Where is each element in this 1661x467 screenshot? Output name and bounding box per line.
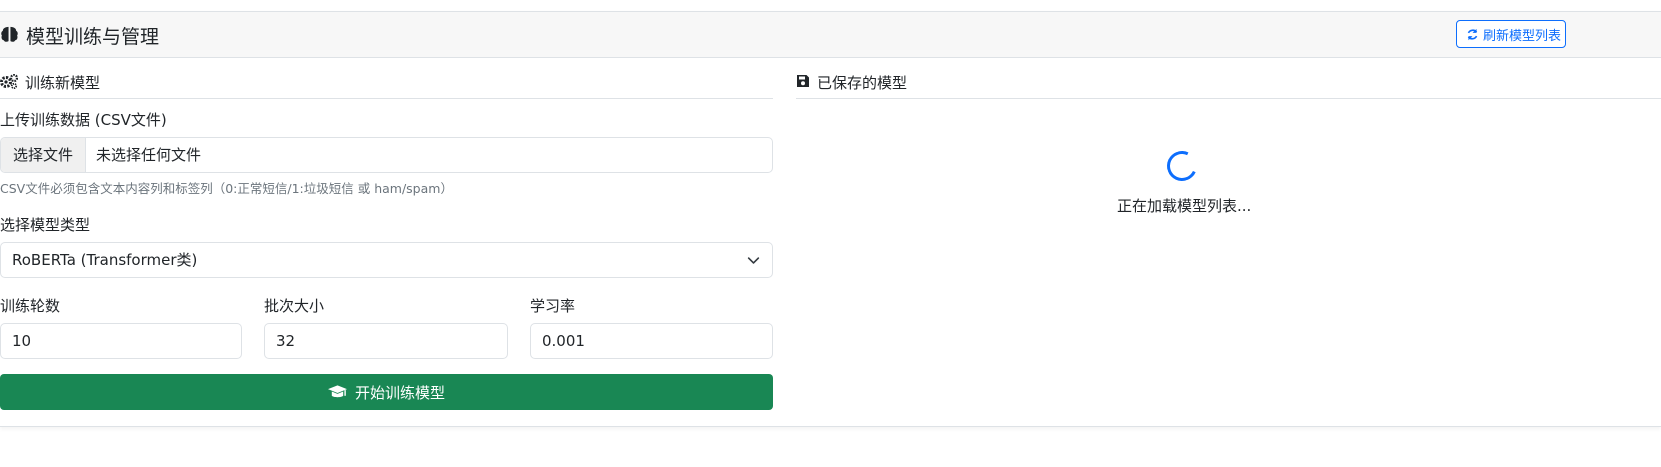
upload-label: 上传训练数据 (CSV文件) — [0, 111, 167, 129]
upload-help-text: CSV文件必须包含文本内容列和标签列（0:正常短信/1:垃圾短信 或 ham/s… — [0, 181, 453, 196]
model-type-value: RoBERTa (Transformer类) — [12, 251, 198, 269]
model-type-label: 选择模型类型 — [0, 216, 91, 234]
brain-icon — [1, 26, 18, 42]
train-section-divider — [0, 98, 773, 99]
train-section-title: 训练新模型 — [25, 74, 101, 92]
saved-section-title: 已保存的模型 — [817, 74, 908, 92]
refresh-models-button[interactable]: 刷新模型列表 — [1456, 20, 1566, 48]
start-training-button[interactable]: 开始训练模型 — [0, 374, 773, 410]
cogs-icon — [0, 74, 18, 89]
chevron-down-icon — [747, 257, 760, 264]
file-status: 未选择任何文件 — [96, 146, 202, 164]
choose-file-button[interactable]: 选择文件 — [1, 138, 86, 172]
saved-section-divider — [796, 98, 1661, 99]
batch-size-input[interactable] — [264, 323, 508, 359]
csv-file-input[interactable]: 选择文件 未选择任何文件 — [0, 137, 773, 173]
card-header: 模型训练与管理 刷新模型列表 — [0, 12, 1661, 58]
sync-icon — [1467, 28, 1478, 40]
graduation-cap-icon — [327, 385, 347, 398]
loading-text: 正在加载模型列表... — [1117, 197, 1252, 215]
learning-rate-label: 学习率 — [530, 297, 576, 315]
refresh-models-label: 刷新模型列表 — [1483, 28, 1562, 44]
page-title: 模型训练与管理 — [26, 26, 160, 48]
epochs-label: 训练轮数 — [0, 297, 61, 315]
model-type-select[interactable]: RoBERTa (Transformer类) — [0, 242, 773, 278]
learning-rate-input[interactable] — [530, 323, 773, 359]
batch-size-label: 批次大小 — [264, 297, 325, 315]
epochs-input[interactable] — [0, 323, 242, 359]
save-icon — [797, 75, 809, 87]
start-training-label: 开始训练模型 — [354, 383, 445, 402]
